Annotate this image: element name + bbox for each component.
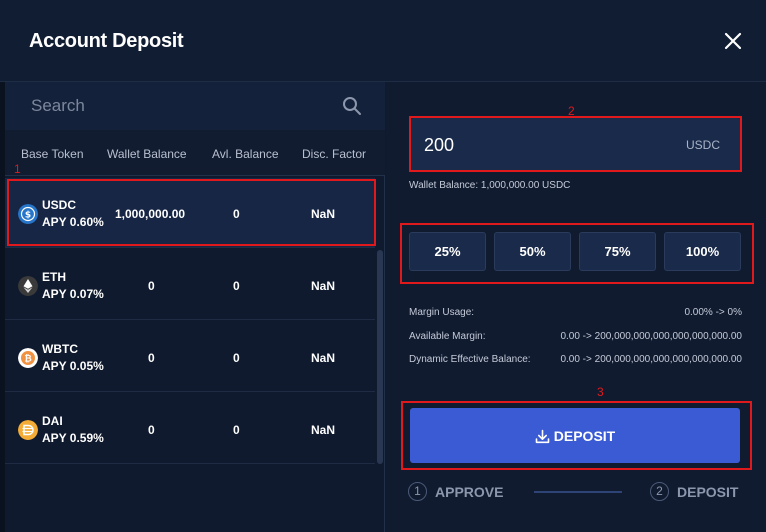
annotation-number-3: 3 [597,385,604,399]
header-disc-factor: Disc. Factor [302,147,367,161]
token-row-wbtc[interactable]: ₿ WBTC APY 0.05% 0 0 NaN [5,322,375,392]
available-margin-label: Available Margin: [409,331,486,342]
disc-factor-cell: NaN [311,423,336,437]
token-apy: APY 0.60% [42,215,104,229]
token-apy: APY 0.59% [42,431,104,445]
close-button[interactable] [718,26,748,56]
amount-field[interactable]: USDC [410,118,742,172]
wallet-balance-cell: 0 [148,279,155,293]
header-avl-balance: Avl. Balance [212,147,279,161]
search-icon[interactable] [342,96,362,116]
wallet-balance-cell: 1,000,000.00 [115,207,186,221]
avl-balance-cell: 0 [233,423,240,437]
margin-usage-label: Margin Usage: [409,307,475,318]
step-number: 1 [408,482,427,501]
search-box [5,82,385,130]
token-row-dai[interactable]: DAI APY 0.59% 0 0 NaN [5,394,375,464]
percent-25-button[interactable]: 25% [409,232,486,271]
wallet-balance-cell: 0 [148,351,155,365]
avl-balance-cell: 0 [233,207,240,221]
avl-balance-cell: 0 [233,351,240,365]
token-name: DAI [42,414,63,428]
deposit-form-panel: USDC Wallet Balance: 1,000,000.00 USDC 2… [386,82,766,532]
svg-text:₿: ₿ [24,354,31,365]
svg-text:$: $ [25,211,31,221]
margin-usage-value: 0.00% -> 0% [684,307,742,318]
amount-input[interactable] [424,132,644,158]
token-apy: APY 0.05% [42,359,104,373]
step-deposit: 2 DEPOSIT [650,482,738,502]
modal-header: Account Deposit [0,0,766,82]
dai-icon [18,420,38,440]
annotation-number-1: 1 [14,162,21,176]
dynamic-effective-balance-value: 0.00 -> 200,000,000,000,000,000,000.00 [560,354,742,365]
wbtc-icon: ₿ [18,348,38,368]
deposit-button-label: DEPOSIT [553,427,616,444]
usdc-icon: $ [18,204,38,224]
modal-title: Account Deposit [29,30,184,52]
token-apy: APY 0.07% [42,287,104,301]
disc-factor-cell: NaN [311,279,336,293]
step-label: DEPOSIT [677,483,739,500]
token-row-eth[interactable]: ETH APY 0.07% 0 0 NaN [5,250,375,320]
annotation-number-2: 2 [568,104,575,118]
token-list-panel: Base Token Wallet Balance Avl. Balance D… [5,82,385,532]
header-wallet-balance: Wallet Balance [107,147,187,161]
percent-75-button[interactable]: 75% [579,232,656,271]
percent-50-button[interactable]: 50% [494,232,571,271]
available-margin-value: 0.00 -> 200,000,000,000,000,000,000.00 [560,331,742,342]
download-icon [535,429,550,443]
disc-factor-cell: NaN [311,351,336,365]
account-deposit-modal: Account Deposit Base Token Wallet Balanc… [0,0,766,532]
step-connector [534,491,622,493]
token-row-usdc[interactable]: $ USDC APY 0.60% 1,000,000.00 0 NaN [5,178,375,248]
header-base-token: Base Token [21,147,84,161]
step-label: APPROVE [435,483,504,500]
wallet-balance-cell: 0 [148,423,155,437]
step-approve: 1 APPROVE [408,482,503,502]
eth-icon [18,276,38,296]
token-name: ETH [42,270,66,284]
token-table-header: Base Token Wallet Balance Avl. Balance D… [5,130,385,176]
percent-100-button[interactable]: 100% [664,232,741,271]
search-input[interactable] [31,94,331,118]
wallet-balance-text: Wallet Balance: 1,000,000.00 USDC [409,180,571,191]
step-number: 2 [650,482,669,501]
disc-factor-cell: NaN [311,207,336,221]
avl-balance-cell: 0 [233,279,240,293]
amount-unit: USDC [686,138,721,152]
close-icon[interactable] [718,26,748,56]
deposit-button[interactable]: DEPOSIT [410,408,740,463]
token-name: WBTC [42,342,78,356]
dynamic-effective-balance-label: Dynamic Effective Balance: [409,354,531,365]
token-name: USDC [42,198,77,212]
scrollbar[interactable] [377,250,383,464]
